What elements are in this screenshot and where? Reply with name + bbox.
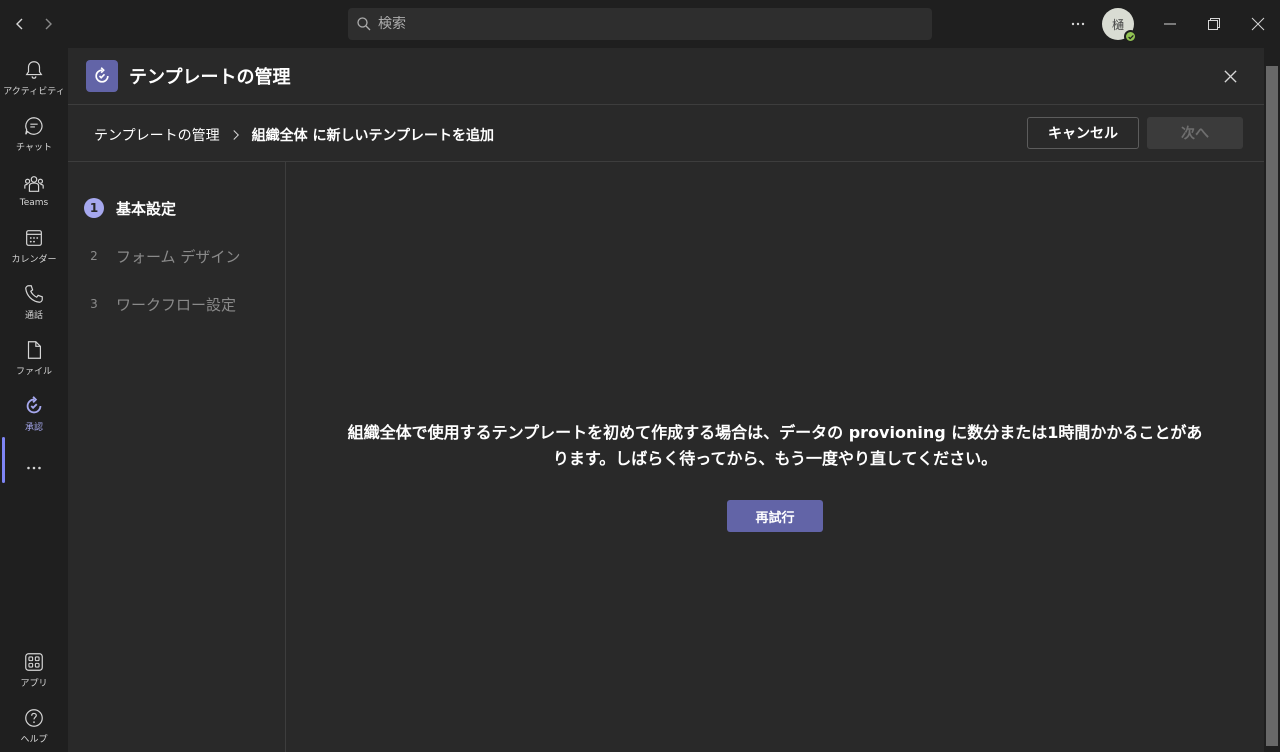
- chevron-right-icon: [45, 18, 52, 30]
- rail-item-chat[interactable]: チャット: [0, 108, 68, 160]
- scrollbar[interactable]: [1264, 48, 1280, 752]
- rail-item-calendar[interactable]: カレンダー: [0, 220, 68, 272]
- rail-label: 通話: [24, 311, 43, 321]
- provisioning-message: 組織全体で使用するテンプレートを初めて作成する場合は、データの provioni…: [330, 420, 1220, 472]
- search-icon: [357, 17, 371, 31]
- minimize-button[interactable]: [1148, 0, 1192, 48]
- rail-label: カレンダー: [11, 255, 57, 265]
- step-label: ワークフロー設定: [116, 295, 237, 314]
- rail-label: ヘルプ: [20, 735, 48, 745]
- title-bar: 樋: [0, 0, 1280, 48]
- scrollbar-thumb[interactable]: [1266, 66, 1278, 746]
- rail-label: 承認: [24, 423, 43, 433]
- chevron-left-icon: [16, 18, 23, 30]
- breadcrumb-current: 組織全体 に新しいテンプレートを追加: [251, 128, 495, 144]
- breadcrumb-bar: テンプレートの管理 組織全体 に新しいテンプレートを追加 キャンセル 次へ: [68, 105, 1264, 162]
- rail-item-more[interactable]: [0, 442, 68, 494]
- retry-button[interactable]: 再試行: [727, 500, 823, 532]
- rail-item-activity[interactable]: アクティビティ: [0, 52, 68, 104]
- rail-item-approvals[interactable]: 承認: [0, 388, 68, 440]
- chevron-right-icon: [230, 129, 242, 141]
- step-label: フォーム デザイン: [116, 247, 241, 266]
- message-line-1: 組織全体で使用するテンプレートを初めて作成する場合は、データの provioni…: [347, 423, 1203, 442]
- approvals-icon: [26, 396, 42, 414]
- rail-label: ファイル: [15, 367, 52, 377]
- search-input[interactable]: [378, 16, 918, 32]
- step-basic-settings[interactable]: 1 基本設定: [84, 196, 176, 220]
- close-icon: [1251, 17, 1265, 31]
- avatar-initial: 樋: [1111, 17, 1124, 32]
- approvals-app-icon: [86, 60, 118, 92]
- step-number: 3: [90, 297, 98, 311]
- breadcrumb: テンプレートの管理 組織全体 に新しいテンプレートを追加: [94, 125, 494, 145]
- rail-item-calls[interactable]: 通話: [0, 276, 68, 328]
- more-icon: [27, 466, 41, 470]
- step-number: 2: [90, 249, 98, 263]
- search-box[interactable]: [348, 8, 932, 40]
- presence-available-icon: [1124, 30, 1137, 43]
- step-workflow-settings[interactable]: 3 ワークフロー設定: [84, 292, 236, 316]
- file-icon: [27, 341, 42, 359]
- bell-icon: [25, 61, 43, 79]
- rail-label: アプリ: [20, 679, 48, 689]
- close-icon: [1223, 69, 1237, 83]
- apps-icon: [25, 653, 43, 671]
- close-dialog-button[interactable]: [1218, 64, 1242, 88]
- avatar[interactable]: 樋: [1102, 8, 1137, 43]
- more-options-button[interactable]: [1066, 12, 1090, 36]
- rail-label: Teams: [19, 197, 49, 208]
- rail-label: チャット: [16, 143, 52, 153]
- step-number: 1: [84, 198, 104, 218]
- close-window-button[interactable]: [1236, 0, 1280, 48]
- template-management-dialog: テンプレートの管理 テンプレートの管理 組織全体 に新しいテンプレートを追加 キ…: [68, 48, 1264, 752]
- chat-icon: [25, 117, 43, 135]
- back-button[interactable]: [8, 12, 32, 36]
- rail-item-files[interactable]: ファイル: [0, 332, 68, 384]
- breadcrumb-parent-link[interactable]: テンプレートの管理: [94, 125, 220, 145]
- step-form-design[interactable]: 2 フォーム デザイン: [84, 244, 240, 268]
- message-line-2: ります。しばらく待ってから、もう一度やり直してください。: [552, 449, 998, 468]
- more-horizontal-icon: [1071, 22, 1085, 26]
- restore-icon: [1208, 18, 1220, 30]
- dialog-header: テンプレートの管理: [68, 48, 1264, 105]
- minimize-icon: [1164, 23, 1176, 25]
- teams-icon: [24, 175, 44, 192]
- wizard-steps: 1 基本設定 2 フォーム デザイン 3 ワークフロー設定: [68, 162, 286, 752]
- forward-button[interactable]: [36, 12, 60, 36]
- next-button[interactable]: 次へ: [1147, 117, 1243, 149]
- rail-item-help[interactable]: ヘルプ: [0, 700, 68, 752]
- help-icon: [25, 709, 43, 727]
- app-rail: アクティビティ チャット Teams カレンダー 通話 ファイル 承認 アプリ …: [0, 48, 68, 752]
- maximize-button[interactable]: [1192, 0, 1236, 48]
- cancel-button[interactable]: キャンセル: [1027, 117, 1139, 149]
- phone-icon: [25, 285, 43, 303]
- rail-item-apps[interactable]: アプリ: [0, 644, 68, 696]
- rail-item-teams[interactable]: Teams: [0, 164, 68, 216]
- page-title: テンプレートの管理: [129, 67, 291, 88]
- step-label: 基本設定: [116, 199, 177, 218]
- rail-label: アクティビティ: [3, 87, 65, 97]
- calendar-icon: [26, 230, 42, 246]
